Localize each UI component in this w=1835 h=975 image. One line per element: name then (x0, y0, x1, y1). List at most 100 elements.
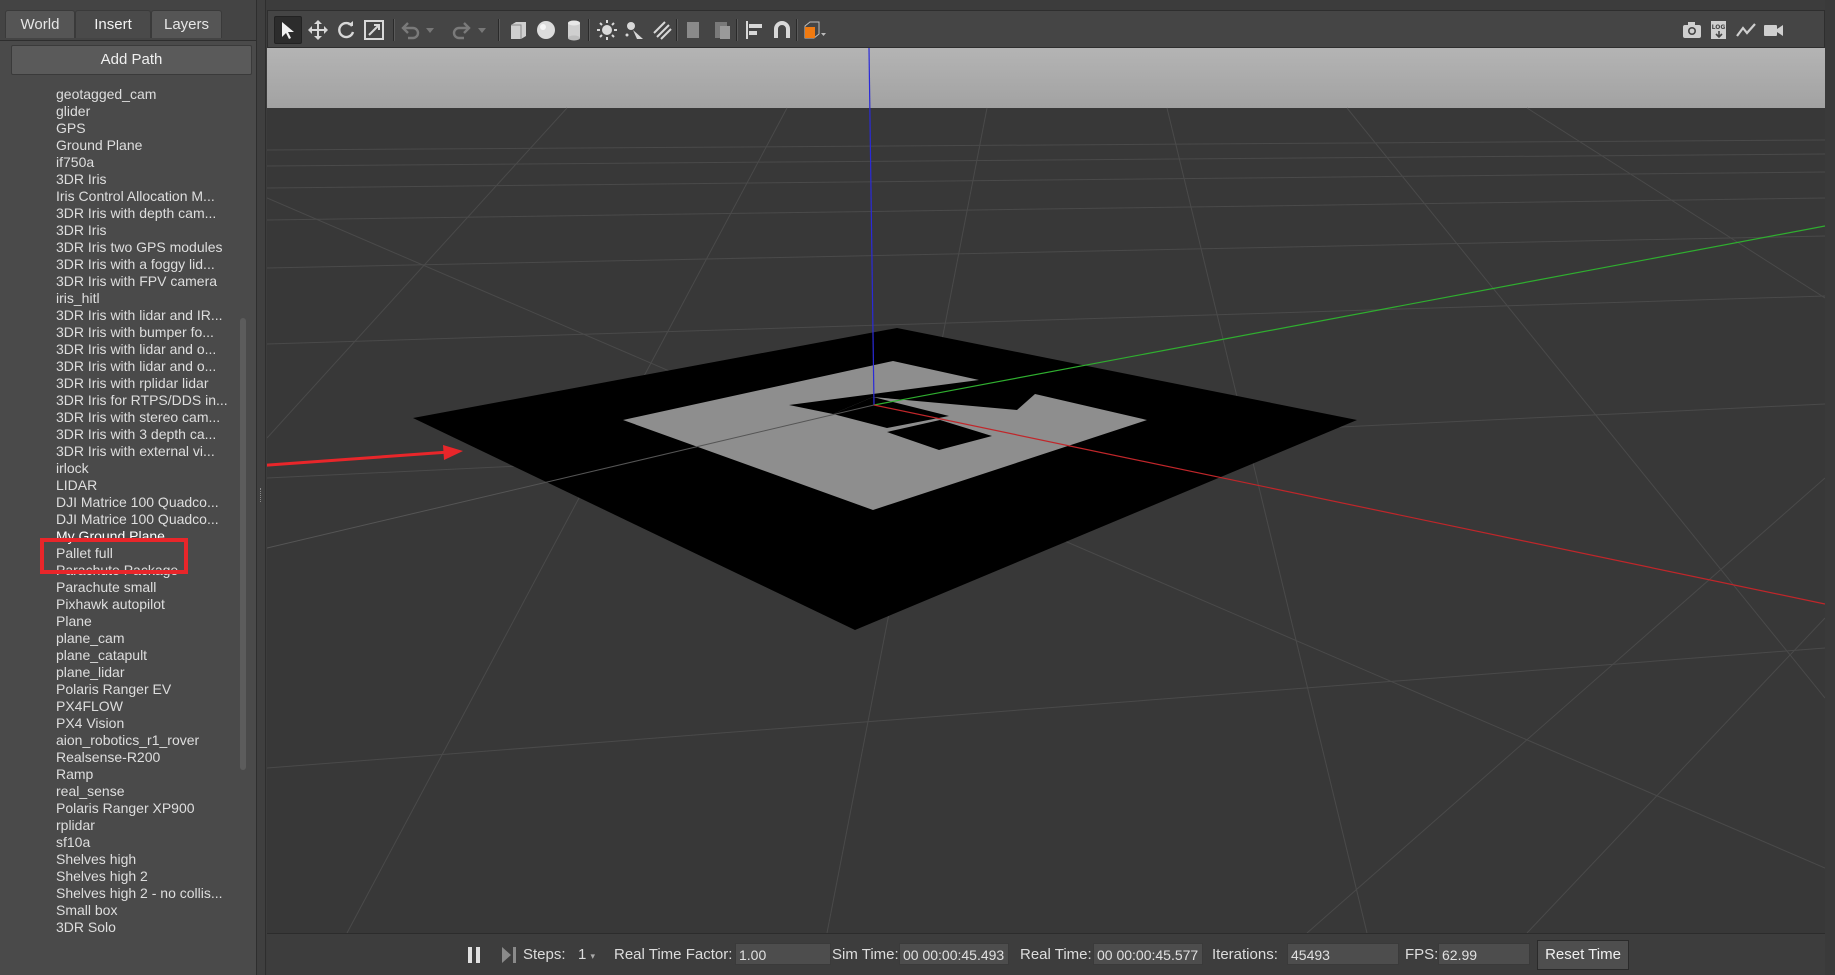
scale-icon[interactable] (360, 16, 388, 44)
model-list-item[interactable]: 3DR Iris with 3 depth ca... (56, 426, 240, 443)
model-list-item[interactable]: Shelves high 2 - no collis... (56, 885, 240, 902)
svg-text:LOG: LOG (1712, 24, 1726, 31)
right-edge-splitter[interactable] (1825, 0, 1835, 975)
model-list-item[interactable]: if750a (56, 154, 240, 171)
snap-magnet-icon[interactable] (768, 16, 796, 44)
model-list-item[interactable]: plane_lidar (56, 664, 240, 681)
model-list-item[interactable]: 3DR Iris with stereo cam... (56, 409, 240, 426)
model-list-item[interactable]: Polaris Ranger EV (56, 681, 240, 698)
video-record-icon[interactable] (1759, 16, 1787, 44)
undo-dropdown-icon[interactable] (422, 16, 438, 44)
model-list-item[interactable]: 3DR Iris (56, 222, 240, 239)
model-list-item[interactable]: glider (56, 103, 240, 120)
panel-splitter[interactable] (256, 0, 266, 975)
redo-dropdown-icon[interactable] (474, 16, 490, 44)
view-angle-icon[interactable] (800, 16, 828, 44)
3d-viewport[interactable] (267, 48, 1825, 933)
model-list-item[interactable]: Pallet full (56, 545, 240, 562)
sim-time-field: 00 00:00:45.493 (899, 943, 1009, 965)
model-list-item[interactable]: DJI Matrice 100 Quadco... (56, 511, 240, 528)
tab-world[interactable]: World (5, 10, 75, 38)
model-list-item[interactable]: Pixhawk autopilot (56, 596, 240, 613)
translate-icon[interactable] (304, 16, 332, 44)
rtf-label: Real Time Factor: (614, 946, 733, 963)
model-list-item[interactable]: 3DR Iris for RTPS/DDS in... (56, 392, 240, 409)
cylinder-icon[interactable] (560, 16, 588, 44)
model-list-item[interactable]: 3DR Iris with external vi... (56, 443, 240, 460)
scene-svg (267, 48, 1825, 933)
step-forward-icon[interactable] (501, 947, 517, 967)
add-path-button[interactable]: Add Path (11, 45, 252, 75)
model-list-item[interactable]: 3DR Iris with a foggy lid... (56, 256, 240, 273)
real-time-field: 00 00:00:45.577 (1093, 943, 1203, 965)
model-list-item[interactable]: 3DR Solo (56, 919, 240, 936)
select-arrow-icon[interactable] (274, 16, 302, 44)
box-icon[interactable] (504, 16, 532, 44)
fps-label: FPS: (1405, 946, 1439, 963)
model-list-item[interactable]: Small box (56, 902, 240, 919)
model-list-item[interactable]: DJI Matrice 100 Quadco... (56, 494, 240, 511)
log-icon[interactable]: LOG (1705, 16, 1733, 44)
screenshot-camera-icon[interactable] (1678, 16, 1706, 44)
splitter-grip-icon (260, 488, 263, 502)
plot-icon[interactable] (1732, 16, 1760, 44)
model-list-item[interactable]: Parachute small (56, 579, 240, 596)
model-list-item[interactable]: PX4FLOW (56, 698, 240, 715)
model-list-item[interactable]: Realsense-R200 (56, 749, 240, 766)
sphere-icon[interactable] (532, 16, 560, 44)
model-list-item[interactable]: rplidar (56, 817, 240, 834)
reset-time-button[interactable]: Reset Time (1537, 940, 1629, 970)
panel-tabs: World Insert Layers (0, 0, 262, 41)
model-list-item[interactable]: 3DR Iris two GPS modules (56, 239, 240, 256)
redo-icon[interactable] (448, 16, 476, 44)
model-list-item[interactable]: 3DR Iris (56, 171, 240, 188)
model-list-item[interactable]: 3DR Iris with bumper fo... (56, 324, 240, 341)
status-bar: Steps: 1 ▾ Real Time Factor: 1.00 Sim Ti… (267, 933, 1825, 975)
model-list-scrollbar[interactable] (240, 318, 246, 770)
model-list-item[interactable]: 3DR Iris with FPV camera (56, 273, 240, 290)
model-list-item[interactable]: sf10a (56, 834, 240, 851)
paste-icon[interactable] (708, 16, 736, 44)
tab-insert[interactable]: Insert (75, 10, 151, 38)
model-list-item[interactable]: LIDAR (56, 477, 240, 494)
model-list-item[interactable]: Ground Plane (56, 137, 240, 154)
point-light-icon[interactable] (593, 16, 621, 44)
tab-layers[interactable]: Layers (151, 10, 222, 38)
spot-light-icon[interactable] (620, 16, 648, 44)
model-list-item[interactable]: 3DR Iris with lidar and IR... (56, 307, 240, 324)
directional-light-icon[interactable] (648, 16, 676, 44)
model-list-item[interactable]: iris_hitl (56, 290, 240, 307)
model-list-item[interactable]: 3DR Iris with depth cam... (56, 205, 240, 222)
undo-icon[interactable] (396, 16, 424, 44)
model-list-item[interactable]: plane_cam (56, 630, 240, 647)
model-list-item[interactable]: geotagged_cam (56, 86, 240, 103)
model-list-item[interactable]: Shelves high 2 (56, 868, 240, 885)
sim-time-label: Sim Time: (832, 946, 899, 963)
model-list-item[interactable]: Polaris Ranger XP900 (56, 800, 240, 817)
rotate-icon[interactable] (332, 16, 360, 44)
model-list-item[interactable]: real_sense (56, 783, 240, 800)
model-list-item[interactable]: 3DR Iris with lidar and o... (56, 358, 240, 375)
iterations-label: Iterations: (1212, 946, 1278, 963)
rtf-field: 1.00 (735, 943, 831, 965)
model-list-item[interactable]: Plane (56, 613, 240, 630)
model-list-item[interactable]: 3DR Iris with rplidar lidar (56, 375, 240, 392)
steps-label: Steps: (523, 946, 566, 963)
model-list-item[interactable]: My Ground Plane (56, 528, 240, 545)
steps-value[interactable]: 1 ▾ (578, 946, 595, 963)
model-list-item[interactable]: GPS (56, 120, 240, 137)
model-list-item[interactable]: Ramp (56, 766, 240, 783)
model-list[interactable]: geotagged_cam glider GPS Ground Plane if750a… (12, 86, 240, 975)
model-list-item[interactable]: PX4 Vision (56, 715, 240, 732)
model-list-item[interactable]: 3DR Iris with lidar and o... (56, 341, 240, 358)
real-time-label: Real Time: (1020, 946, 1092, 963)
copy-icon[interactable] (680, 16, 708, 44)
model-list-item[interactable]: Shelves high (56, 851, 240, 868)
model-list-item[interactable]: plane_catapult (56, 647, 240, 664)
model-list-item[interactable]: Iris Control Allocation M... (56, 188, 240, 205)
model-list-item[interactable]: Parachute Package (56, 562, 240, 579)
steps-dropdown-icon[interactable]: ▾ (591, 951, 596, 961)
model-list-item[interactable]: irlock (56, 460, 240, 477)
model-list-item[interactable]: aion_robotics_r1_rover (56, 732, 240, 749)
align-icon[interactable] (740, 16, 768, 44)
